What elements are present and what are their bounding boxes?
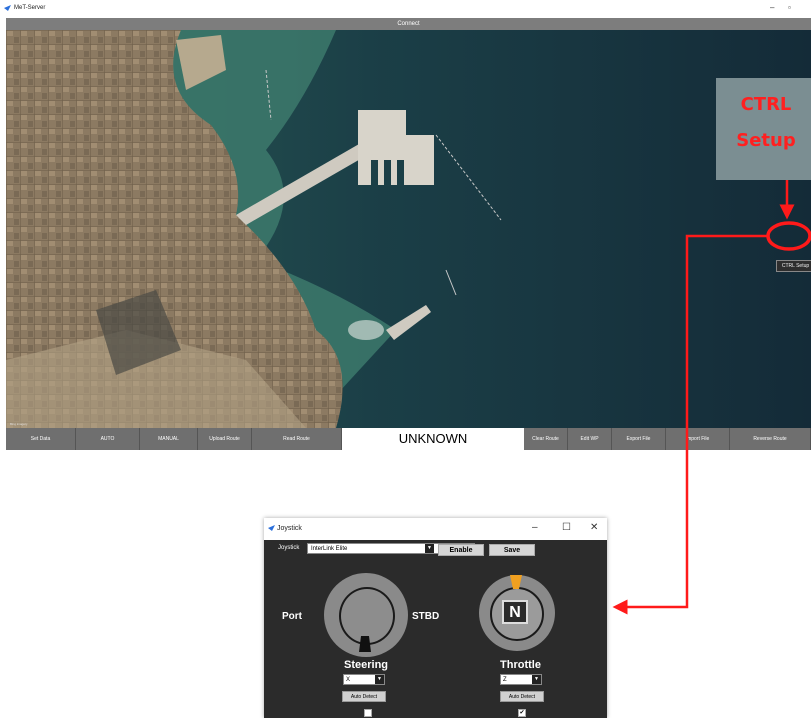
chevron-down-icon[interactable]: ▼ bbox=[425, 544, 434, 553]
close-icon[interactable]: ✕ bbox=[590, 522, 598, 533]
satellite-map-image bbox=[6, 30, 811, 428]
main-window-titlebar: MeT-Server – ▫ bbox=[0, 0, 811, 18]
maximize-icon[interactable]: ☐ bbox=[562, 522, 571, 533]
import-file-button[interactable]: Import File bbox=[666, 428, 730, 450]
connect-button[interactable]: Connect bbox=[6, 18, 811, 30]
auto-mode-button[interactable]: AUTO bbox=[76, 428, 140, 450]
app-icon bbox=[4, 5, 11, 11]
read-route-button[interactable]: Read Route bbox=[252, 428, 342, 450]
throttle-reverse-checkbox[interactable]: ✔ bbox=[518, 709, 526, 717]
upload-route-button[interactable]: Upload Route bbox=[198, 428, 252, 450]
gear-neutral-indicator: N bbox=[502, 600, 528, 624]
minimize-icon[interactable]: – bbox=[770, 3, 774, 12]
edit-wp-button[interactable]: Edit WP bbox=[568, 428, 612, 450]
steering-indicator-icon bbox=[359, 636, 371, 652]
map-attribution: Bing imagery bbox=[10, 422, 28, 426]
chevron-down-icon[interactable]: ▼ bbox=[375, 675, 384, 684]
joystick-window: Joystick – ☐ ✕ Joystick InterLink Elite … bbox=[264, 518, 607, 718]
reverse-route-button[interactable]: Reverse Route bbox=[730, 428, 811, 450]
callout-line-1: CTRL bbox=[740, 94, 792, 115]
joystick-label: Joystick bbox=[278, 545, 300, 551]
ctrl-setup-button[interactable]: CTRL Setup bbox=[776, 260, 811, 272]
chevron-down-icon[interactable]: ▼ bbox=[532, 675, 541, 684]
stbd-label: STBD bbox=[412, 611, 440, 622]
manual-mode-button[interactable]: MANUAL bbox=[140, 428, 198, 450]
throttle-auto-detect-button[interactable]: Auto Detect bbox=[500, 691, 544, 702]
callout-line-2: Setup bbox=[736, 130, 796, 151]
steering-label: Steering bbox=[344, 659, 389, 671]
minimize-icon[interactable]: – bbox=[532, 522, 538, 533]
maximize-icon[interactable]: ▫ bbox=[788, 3, 791, 12]
clear-route-button[interactable]: Clear Route bbox=[524, 428, 568, 450]
joystick-window-title: Joystick bbox=[277, 525, 302, 532]
mode-status-display: UNKNOWN bbox=[342, 428, 524, 450]
throttle-label: Throttle bbox=[500, 659, 541, 671]
port-label: Port bbox=[282, 611, 302, 622]
export-file-button[interactable]: Export File bbox=[612, 428, 666, 450]
map-view[interactable]: Bing imagery CTRL Setup bbox=[6, 30, 811, 428]
joystick-titlebar: Joystick – ☐ ✕ bbox=[264, 518, 607, 540]
steering-reverse-checkbox[interactable] bbox=[364, 709, 372, 717]
set-data-button[interactable]: Set Data bbox=[6, 428, 76, 450]
window-title: MeT-Server bbox=[14, 5, 46, 11]
save-button[interactable]: Save bbox=[489, 544, 535, 556]
ctrl-setup-callout: CTRL Setup bbox=[716, 78, 811, 180]
steering-auto-detect-button[interactable]: Auto Detect bbox=[342, 691, 386, 702]
throttle-indicator-icon bbox=[510, 575, 522, 589]
app-icon bbox=[268, 525, 275, 531]
bottom-toolbar: Set Data AUTO MANUAL Upload Route Read R… bbox=[6, 428, 811, 450]
enable-button[interactable]: Enable bbox=[438, 544, 484, 556]
